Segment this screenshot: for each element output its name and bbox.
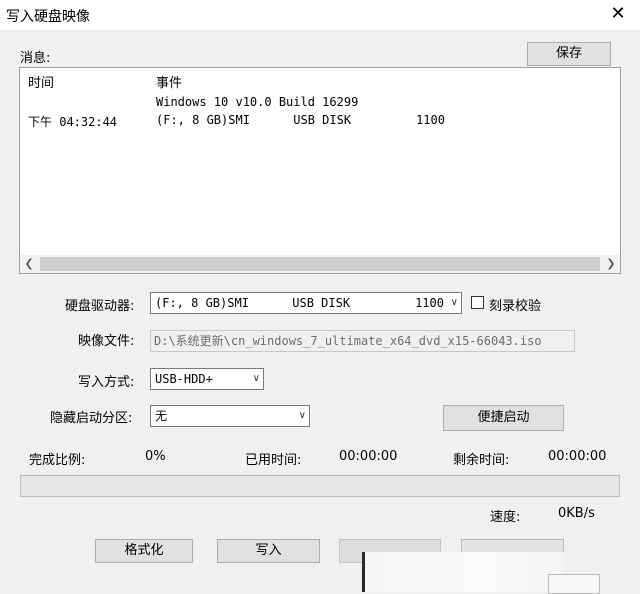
title-bar [0, 0, 640, 30]
remaining-value: 00:00:00 [548, 449, 607, 464]
messages-label: 消息: [20, 51, 51, 66]
hide-partition-select[interactable]: 无 ∨ [150, 405, 310, 427]
horizontal-scrollbar[interactable]: ❮ ❯ [20, 255, 620, 273]
chevron-down-icon: ∨ [298, 410, 306, 421]
chevron-down-icon: ∨ [450, 297, 458, 308]
message-log[interactable]: 时间 事件 Windows 10 v10.0 Build 16299 下午 04… [19, 67, 621, 274]
quick-boot-button[interactable]: 便捷启动 [443, 405, 564, 431]
speed-value: 0KB/s [558, 506, 595, 521]
overlay-button [548, 574, 600, 594]
verify-label[interactable]: 刻录校验 [489, 295, 541, 314]
elapsed-label: 已用时间: [245, 453, 302, 468]
window-title: 写入硬盘映像 [6, 9, 90, 25]
drive-select-value: (F:, 8 GB)SMI USB DISK 1100 [155, 296, 444, 310]
progress-label: 完成比例: [29, 453, 86, 468]
drive-select[interactable]: (F:, 8 GB)SMI USB DISK 1100 ∨ [150, 292, 462, 314]
format-button[interactable]: 格式化 [95, 539, 193, 563]
write-button[interactable]: 写入 [217, 539, 320, 563]
save-button[interactable]: 保存 [527, 42, 611, 66]
write-mode-select[interactable]: USB-HDD+ ∨ [150, 368, 264, 390]
progress-value: 0% [145, 449, 166, 464]
column-header-time[interactable]: 时间 [28, 72, 54, 91]
hide-partition-value: 无 [155, 409, 168, 423]
chevron-down-icon: ∨ [252, 373, 260, 384]
verify-checkbox[interactable] [471, 296, 484, 309]
progress-bar [20, 475, 620, 497]
log-row-2-time: 下午 04:32:44 [28, 115, 118, 129]
elapsed-value: 00:00:00 [339, 449, 398, 464]
log-row-2-event: (F:, 8 GB)SMI USB DISK 1100 [156, 113, 445, 127]
scrollbar-thumb[interactable] [40, 257, 600, 271]
column-header-event[interactable]: 事件 [156, 72, 182, 91]
log-row-1-event: Windows 10 v10.0 Build 16299 [156, 95, 359, 109]
speed-label: 速度: [490, 510, 521, 525]
image-file-field[interactable]: D:\系统更新\cn_windows_7_ultimate_x64_dvd_x1… [150, 330, 575, 352]
remaining-label: 剩余时间: [453, 453, 510, 468]
scroll-right-icon[interactable]: ❯ [602, 255, 620, 273]
scroll-left-icon[interactable]: ❮ [20, 255, 38, 273]
overlay-window [362, 552, 565, 592]
write-mode-value: USB-HDD+ [155, 372, 213, 386]
write-mode-label: 写入方式: [78, 375, 135, 390]
image-file-label: 映像文件: [78, 334, 135, 349]
drive-label: 硬盘驱动器: [65, 299, 135, 314]
hide-partition-label: 隐藏启动分区: [50, 411, 133, 426]
close-icon[interactable]: ✕ [607, 3, 629, 25]
